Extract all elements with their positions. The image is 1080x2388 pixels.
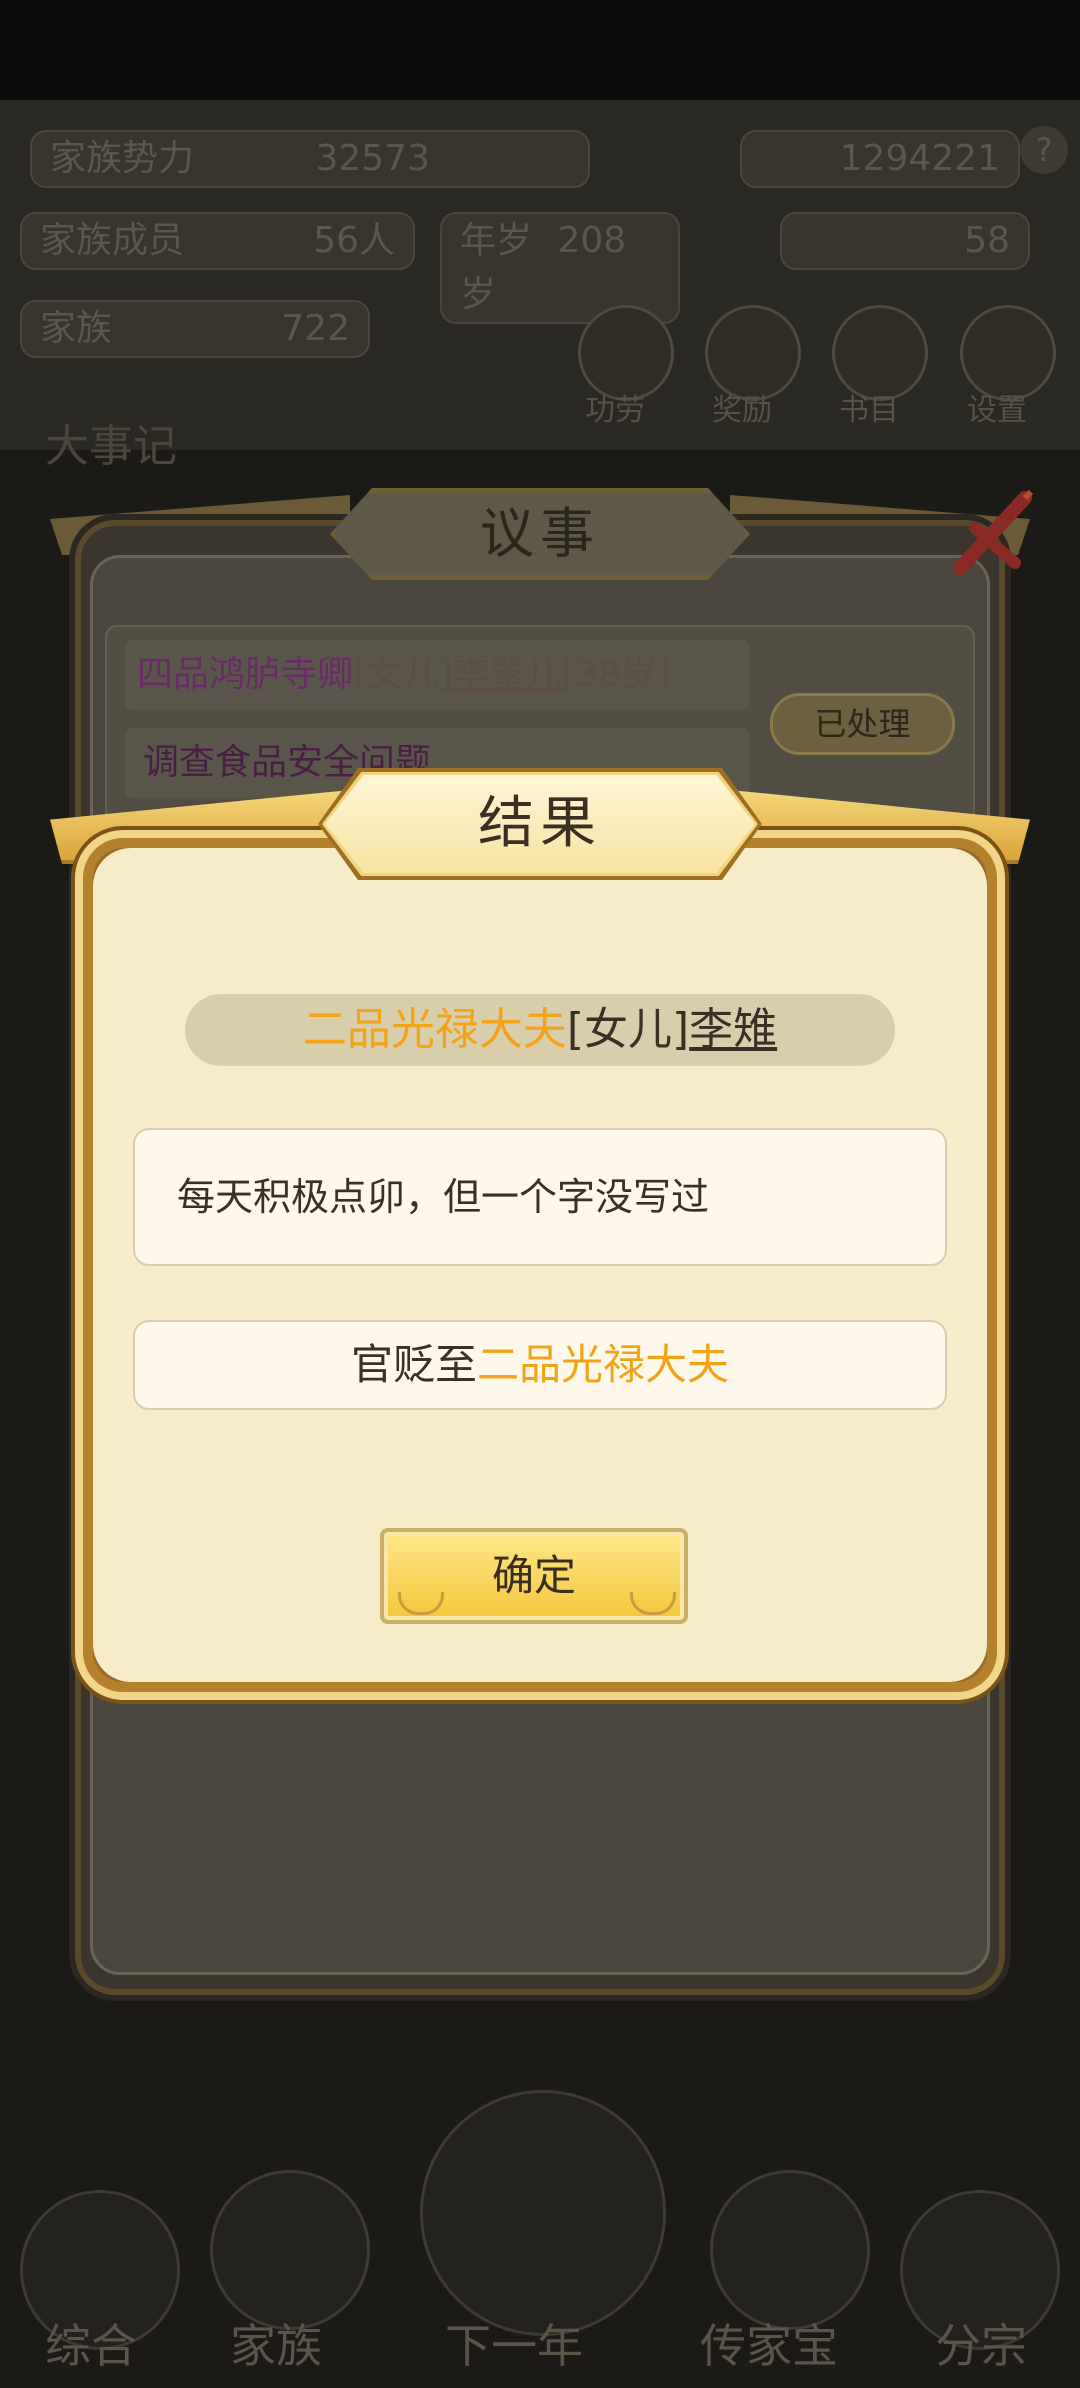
person-relation: [女儿]: [353, 654, 454, 695]
bg-icon-label: 奖励: [712, 393, 772, 428]
bg-nav-nextyear-icon: [420, 2090, 666, 2336]
person-name-pill: 二品光禄大夫[女儿]李雉: [185, 994, 895, 1066]
result-rank: 二品光禄大夫: [477, 1340, 730, 1389]
bg-section-title: 大事记: [45, 421, 177, 472]
bg-nav-label: 综合: [45, 2319, 137, 2373]
confirm-label: 确定: [491, 1551, 576, 1600]
person-name: 李翠儿: [453, 654, 562, 695]
bg-stat-value: 58: [964, 220, 1010, 261]
close-icon[interactable]: [945, 488, 1035, 578]
bg-faction-label: 家族: [40, 308, 113, 349]
bg-gold-pill: 1294221: [740, 130, 1020, 188]
bg-faction-pill: 家族 722: [20, 300, 370, 358]
bg-nav-label: 家族: [230, 2319, 322, 2373]
bg-icon-label: 设置: [967, 393, 1027, 428]
bg-topbar-mid-value: 32573: [315, 138, 430, 179]
bg-help-icon: ?: [1020, 126, 1068, 174]
bg-faction-value: 722: [281, 308, 350, 349]
bg-topbar-label: 家族势力: [50, 138, 195, 179]
back-dialog-person-row: 四品鸿胪寺卿[女儿]李翠儿[38岁]: [125, 640, 750, 710]
dialog-title: 结果: [478, 791, 602, 856]
bg-nav-label: 分宗: [935, 2319, 1027, 2373]
bg-stat-value: 56人: [313, 220, 395, 261]
bg-stat-age: 年岁 208岁: [440, 212, 680, 324]
bg-nav-heirloom-icon: [710, 2170, 870, 2330]
back-dialog-title: 议事: [480, 502, 600, 565]
bg-stat-members: 家族成员 56人: [20, 212, 415, 270]
person-rank: 二品光禄大夫: [302, 1004, 567, 1055]
result-box: 官贬至二品光禄大夫: [133, 1320, 947, 1410]
person-name-link[interactable]: 李雉: [689, 1004, 777, 1055]
processed-button[interactable]: 已处理: [770, 693, 955, 755]
description-text: 每天积极点卯，但一个字没写过: [177, 1175, 710, 1219]
bg-icon-label: 书目: [839, 393, 899, 428]
bg-nav-label: 下一年: [445, 2319, 583, 2373]
bg-stat-gold: 58: [780, 212, 1030, 270]
bg-stat-label: 家族成员: [40, 220, 185, 261]
bg-stat-label: 年岁: [460, 220, 533, 261]
person-relation: [女儿]: [566, 1004, 690, 1055]
bg-nav-family-icon: [210, 2170, 370, 2330]
bg-icon-label: 功劳: [585, 393, 645, 428]
description-box: 每天积极点卯，但一个字没写过: [133, 1128, 947, 1266]
bg-topbar-pill: 家族势力 32573: [30, 130, 590, 188]
person-rank: 四品鸿胪寺卿: [137, 654, 354, 695]
bg-nav-label: 传家宝: [700, 2319, 838, 2373]
status-bar-area: [0, 0, 1080, 100]
bg-gold-value: 1294221: [839, 138, 1000, 179]
result-prefix: 官贬至: [350, 1340, 477, 1389]
person-age: [38岁]: [561, 654, 672, 695]
